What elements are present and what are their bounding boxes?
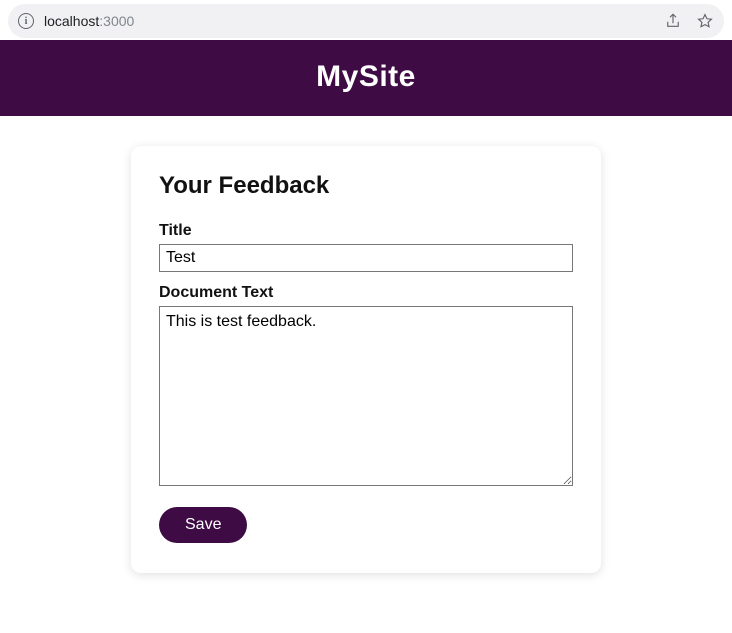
url-display[interactable]: localhost:3000 — [44, 13, 650, 29]
site-title: MySite — [0, 60, 732, 94]
info-icon[interactable]: i — [18, 13, 34, 29]
browser-address-bar: i localhost:3000 — [8, 4, 724, 38]
url-host: localhost — [44, 13, 99, 29]
share-icon[interactable] — [664, 12, 682, 30]
title-input[interactable] — [159, 244, 573, 272]
body-textarea[interactable] — [159, 306, 573, 486]
title-label: Title — [159, 222, 573, 240]
url-port: :3000 — [99, 13, 134, 29]
form-heading: Your Feedback — [159, 172, 573, 200]
body-label: Document Text — [159, 284, 573, 302]
save-button[interactable]: Save — [159, 507, 247, 543]
feedback-card: Your Feedback Title Document Text Save — [131, 146, 601, 573]
site-header: MySite — [0, 40, 732, 116]
star-icon[interactable] — [696, 12, 714, 30]
